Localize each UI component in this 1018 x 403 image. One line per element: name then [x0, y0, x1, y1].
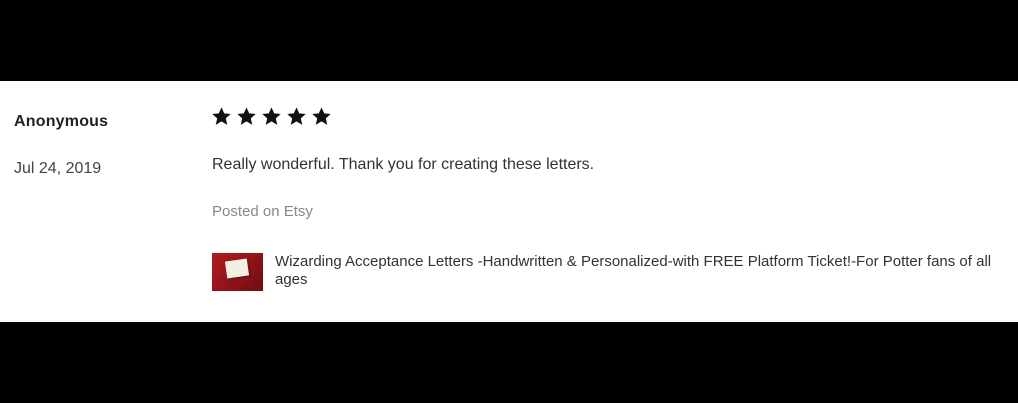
star-rating: [211, 106, 332, 127]
star-icon: [237, 107, 256, 125]
review-card: Anonymous Jul 24, 2019 Really wonderful.…: [0, 81, 1018, 322]
top-black-band: [0, 0, 1018, 81]
review-text: Really wonderful. Thank you for creating…: [212, 156, 595, 173]
letter-image: [224, 258, 250, 279]
star-icon: [262, 107, 281, 125]
star-icon: [312, 107, 331, 125]
review-date: Jul 24, 2019: [14, 160, 102, 177]
bottom-black-band: [0, 322, 1018, 403]
star-icon: [212, 107, 231, 125]
listing-link[interactable]: Wizarding Acceptance Letters -Handwritte…: [212, 253, 1015, 291]
posted-on-label: Posted on Etsy: [212, 203, 313, 220]
listing-thumbnail[interactable]: [212, 253, 263, 291]
listing-title[interactable]: Wizarding Acceptance Letters -Handwritte…: [275, 253, 1015, 289]
star-icon: [287, 107, 306, 125]
reviewer-name: Anonymous: [14, 113, 109, 130]
